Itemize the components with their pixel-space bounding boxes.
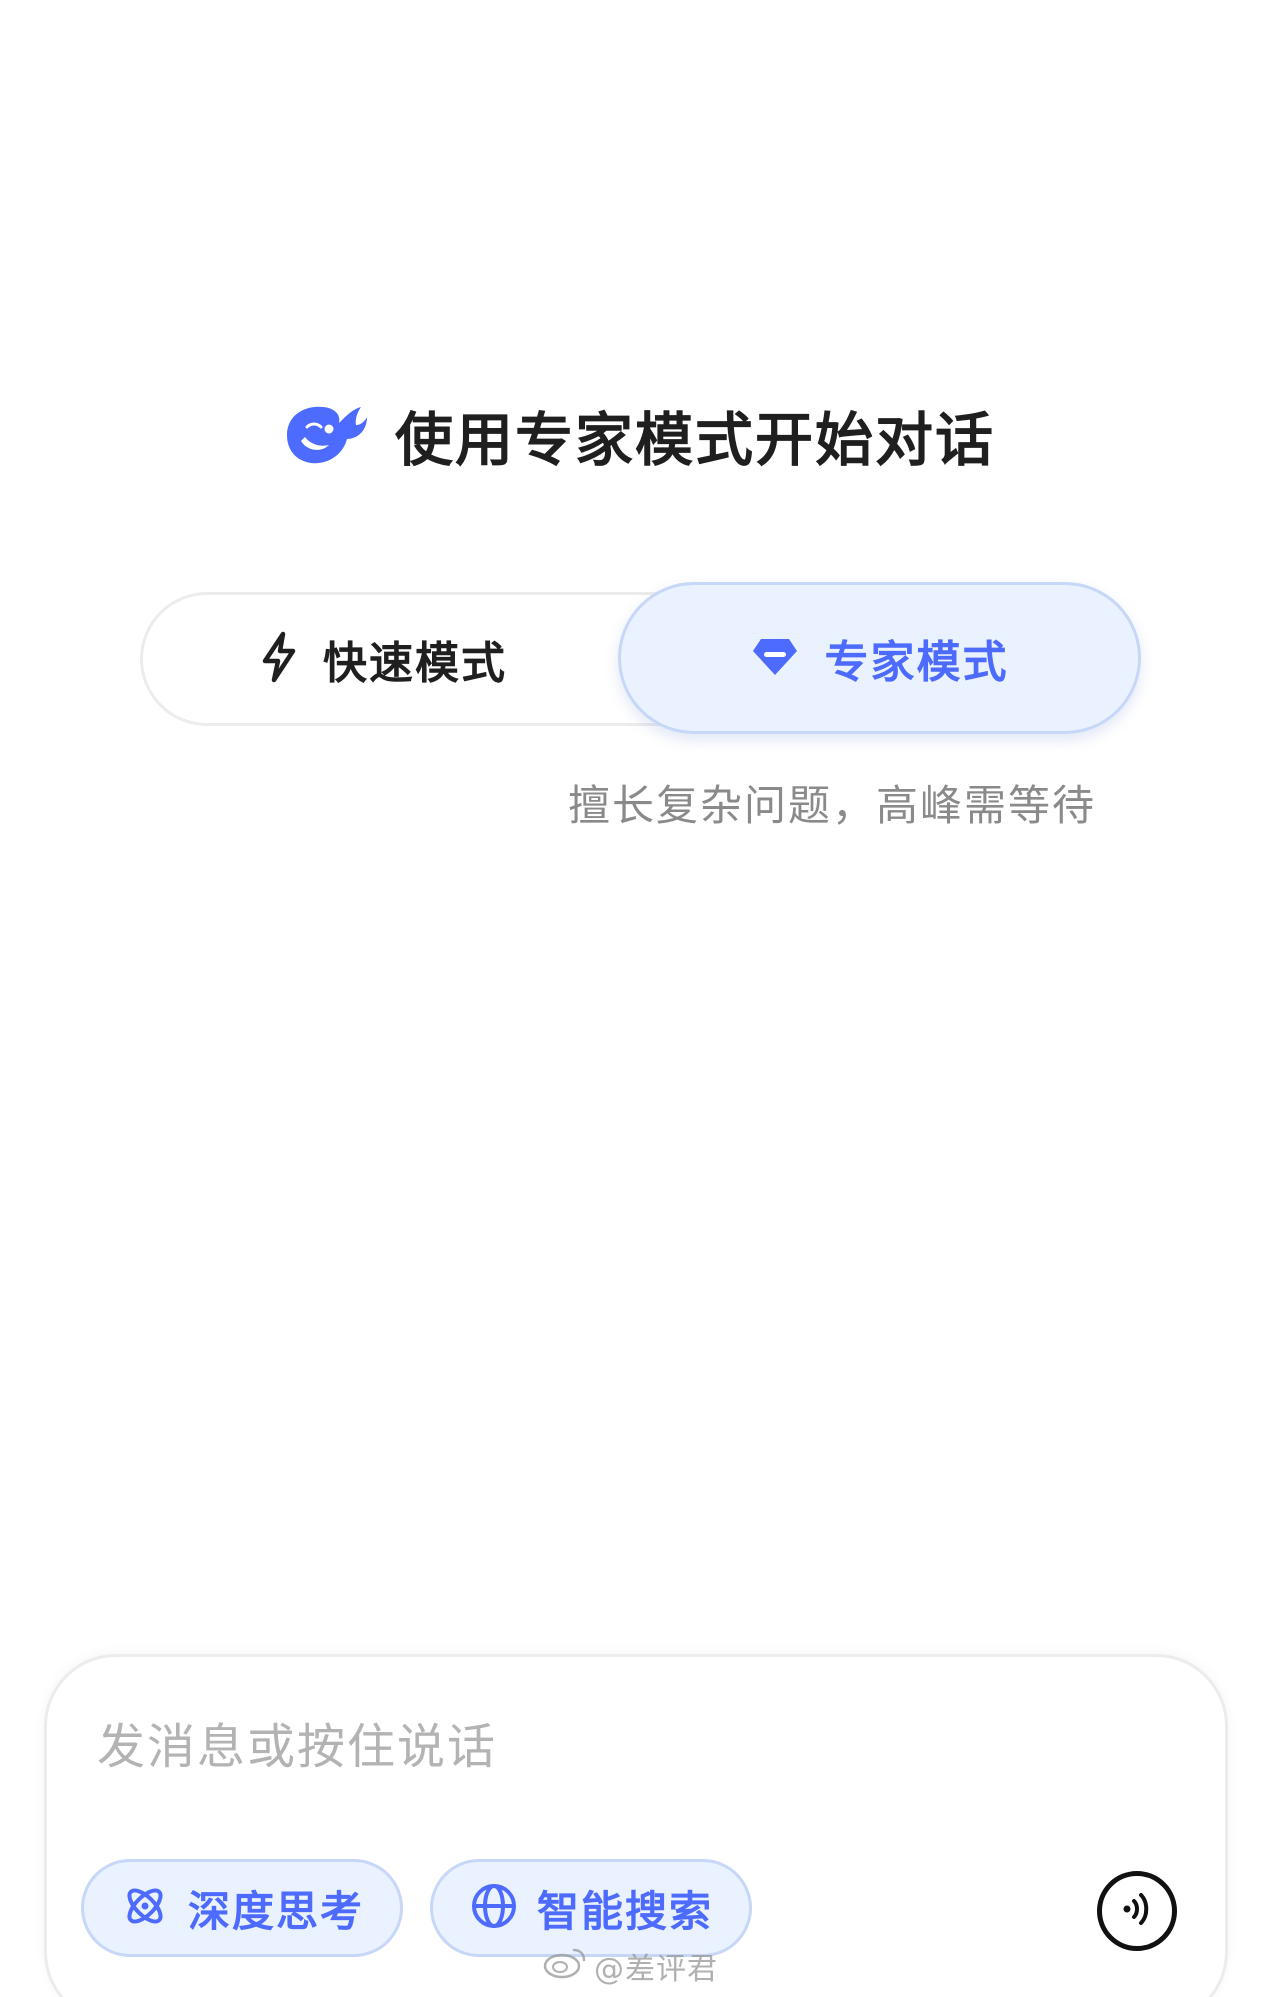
watermark-text: @差评君: [594, 1952, 718, 1987]
voice-wave-icon: [1115, 1887, 1159, 1935]
screen: 使用专家模式开始对话 快速模式 专家模式 擅长复杂问题，高峰需等待 发消息或按住…: [0, 0, 1272, 1997]
watermark: @差评君: [542, 1944, 718, 1988]
weibo-icon: [542, 1944, 588, 1988]
expert-mode-label: 专家模式: [824, 637, 1009, 688]
page-title: 使用专家模式开始对话: [394, 406, 995, 474]
fast-mode-label: 快速模式: [323, 638, 507, 689]
deep-think-button[interactable]: 深度思考: [81, 1859, 403, 1957]
header: 使用专家模式开始对话: [0, 385, 1272, 485]
smart-search-label: 智能搜索: [536, 1886, 713, 1936]
mode-description: 擅长复杂问题，高峰需等待: [567, 781, 1096, 830]
deep-think-label: 深度思考: [187, 1886, 364, 1936]
message-input[interactable]: [97, 1707, 1097, 1787]
diamond-icon: [751, 635, 799, 681]
smart-search-button[interactable]: 智能搜索: [430, 1859, 752, 1957]
globe-icon: [469, 1881, 519, 1935]
expert-mode-button[interactable]: 专家模式: [618, 582, 1141, 734]
fast-mode-button[interactable]: 快速模式: [143, 595, 623, 723]
atom-icon: [120, 1881, 170, 1935]
whale-logo-icon: [277, 397, 369, 473]
lightning-icon: [259, 631, 299, 687]
voice-button[interactable]: [1097, 1871, 1177, 1951]
